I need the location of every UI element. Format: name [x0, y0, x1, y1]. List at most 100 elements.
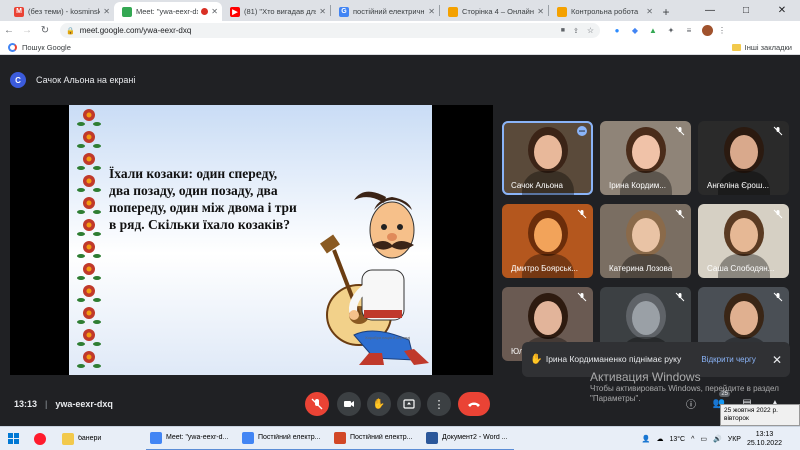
back-icon[interactable]: ← [0, 25, 18, 36]
reload-icon[interactable]: ↻ [36, 25, 54, 36]
browser-tab-6[interactable]: Контрольна робота ✕ [549, 2, 657, 21]
opera-taskbar-icon[interactable] [26, 427, 58, 450]
presenter-banner: С Сачок Альона на екрані [10, 72, 135, 88]
tab-title: Meet: "ywa-eexr-dxq" [136, 7, 198, 16]
browser-tab-2[interactable]: Meet: "ywa-eexr-dxq" ✕ [114, 2, 222, 21]
menu-dots-icon[interactable]: ⋮ [713, 26, 731, 35]
activation-title: Активация Windows [590, 370, 701, 384]
tab-title: Контрольна робота [571, 7, 639, 16]
browser-tab-1[interactable]: M (без теми) - kosminska ✕ [6, 2, 114, 21]
meeting-info: 13:13 | ywa-eexr-dxq [14, 399, 113, 409]
profile-avatar[interactable] [702, 25, 713, 36]
weather-icon: ☁ [656, 436, 664, 443]
participant-tile[interactable]: Катерина Лозова [600, 204, 691, 278]
browser-tab-4[interactable]: Gпостійний електричний ✕ [331, 2, 439, 21]
taskbar-clock[interactable]: 13:13 25.10.2022 [747, 430, 782, 448]
meet-window: С Сачок Альона на екрані Їхали козаки: о… [0, 56, 800, 426]
browser-toolbar: ← → ↻ 🔒 meet.google.com/ywa-eexr-dxq ■ ⇪… [0, 21, 800, 40]
taskbar-app-1[interactable]: банери [58, 427, 146, 450]
browser-tab-5[interactable]: Сторінка 4 – Онлайн ✕ [440, 2, 548, 21]
camera-button[interactable] [337, 392, 361, 416]
tab-favicon-icon: ▶ [230, 6, 240, 17]
taskbar-app-label: Постійний електр... [350, 434, 413, 441]
raised-hand-icon: ✋ [530, 354, 543, 365]
camera-icon[interactable]: ■ [561, 27, 565, 34]
participant-name: Дмитро Боярськ... [511, 264, 578, 273]
forward-icon[interactable]: → [18, 25, 36, 36]
participant-tile[interactable]: Ангеліна Єрош... [698, 121, 789, 195]
bookmark-google-search[interactable]: Пошук Google [22, 43, 71, 52]
close-tab-icon[interactable]: ✕ [103, 7, 110, 16]
meeting-time: 13:13 [14, 399, 38, 409]
address-bar[interactable]: 🔒 meet.google.com/ywa-eexr-dxq ■ ⇪ ☆ [60, 23, 600, 38]
participant-tile[interactable]: Ірина Кордим... [600, 121, 691, 195]
puzzle-icon[interactable]: ✦ [662, 26, 680, 35]
bookmark-star-icon[interactable]: ☆ [587, 26, 594, 35]
tab-favicon-icon: G [339, 6, 349, 17]
start-button[interactable] [0, 427, 26, 450]
leave-call-button[interactable] [458, 392, 490, 416]
participant-video-face [730, 135, 758, 169]
list-icon[interactable]: ≡ [680, 26, 698, 35]
other-bookmarks-label: Інші закладки [744, 42, 792, 52]
taskbar-app-3[interactable]: Постійний електр... [238, 427, 330, 450]
participant-video-face [534, 301, 562, 335]
mic-off-icon [311, 398, 323, 410]
browser-tab-3[interactable]: ▶ (81) "Хто вигадав для ✕ [222, 2, 330, 21]
taskbar-app-2[interactable]: Meet: "ywa-eexr-d... [146, 427, 238, 450]
participant-tile[interactable]: Саша Слободян... [698, 204, 789, 278]
volume-icon[interactable]: 🔊 [713, 435, 722, 443]
floral-ornament [77, 109, 101, 368]
participant-name: Сачок Альона [511, 181, 563, 190]
close-tab-icon[interactable]: ✕ [537, 7, 544, 16]
close-notification-button[interactable]: ✕ [772, 353, 782, 367]
recording-indicator-icon [201, 8, 209, 15]
app-icon [150, 431, 162, 444]
close-tab-icon[interactable]: ✕ [646, 7, 653, 16]
present-button[interactable] [397, 392, 421, 416]
close-window-button[interactable]: ✕ [764, 0, 800, 21]
open-queue-button[interactable]: Відкрити чергу [701, 355, 756, 364]
maximize-button[interactable]: □ [728, 0, 764, 21]
separator: | [45, 399, 48, 409]
minimize-button[interactable]: — [692, 0, 728, 21]
extension-icon[interactable]: ◆ [626, 26, 644, 35]
muted-mic-icon [577, 292, 587, 302]
zoom-extension-icon[interactable]: ● [608, 26, 626, 35]
participant-tile[interactable]: Сачок Альона [502, 121, 593, 195]
raise-hand-button[interactable]: ✋ [367, 392, 391, 416]
mic-off-button[interactable] [305, 392, 329, 416]
weather-temp[interactable]: 13°C [669, 436, 685, 443]
hand-icon: ✋ [372, 398, 386, 410]
participant-video-face [730, 301, 758, 335]
tray-arrow-icon[interactable]: ^ [691, 436, 694, 443]
new-tab-button[interactable]: + [657, 2, 675, 21]
user-icon[interactable]: 👤 [642, 435, 651, 443]
meeting-details-button[interactable]: ⓘ [682, 394, 700, 412]
more-vert-icon: ⋮ [433, 398, 445, 411]
tab-title: (без теми) - kosminska [28, 7, 101, 16]
participant-tile[interactable]: Дмитро Боярськ... [502, 204, 593, 278]
window-controls: — □ ✕ [692, 0, 800, 21]
more-options-button[interactable]: ⋮ [427, 392, 451, 416]
keyboard-language[interactable]: УКР [728, 436, 741, 443]
muted-mic-icon [773, 292, 783, 302]
taskbar-app-5[interactable]: Документ2 - Word ... [422, 427, 514, 450]
google-icon [8, 42, 17, 52]
other-bookmarks[interactable]: Інші закладки [731, 42, 792, 52]
network-icon[interactable]: ▭ [700, 435, 707, 443]
info-icon: ⓘ [686, 399, 696, 411]
close-tab-icon[interactable]: ✕ [319, 7, 326, 16]
tab-title: Сторінка 4 – Онлайн [462, 7, 534, 16]
participant-video-face [534, 135, 562, 169]
taskbar-app-4[interactable]: Постійний електр... [330, 427, 422, 450]
share-icon[interactable]: ⇪ [573, 27, 579, 35]
close-tab-icon[interactable]: ✕ [428, 7, 435, 16]
opera-icon [34, 432, 46, 445]
tooltip-day: вівторок [724, 415, 749, 422]
participant-video-face [632, 135, 660, 169]
participant-name: Катерина Лозова [609, 264, 673, 273]
close-tab-icon[interactable]: ✕ [211, 7, 218, 16]
tooltip-date: 25 жовтня 2022 р. [724, 407, 778, 414]
extension-icon-2[interactable]: ▲ [644, 26, 662, 35]
